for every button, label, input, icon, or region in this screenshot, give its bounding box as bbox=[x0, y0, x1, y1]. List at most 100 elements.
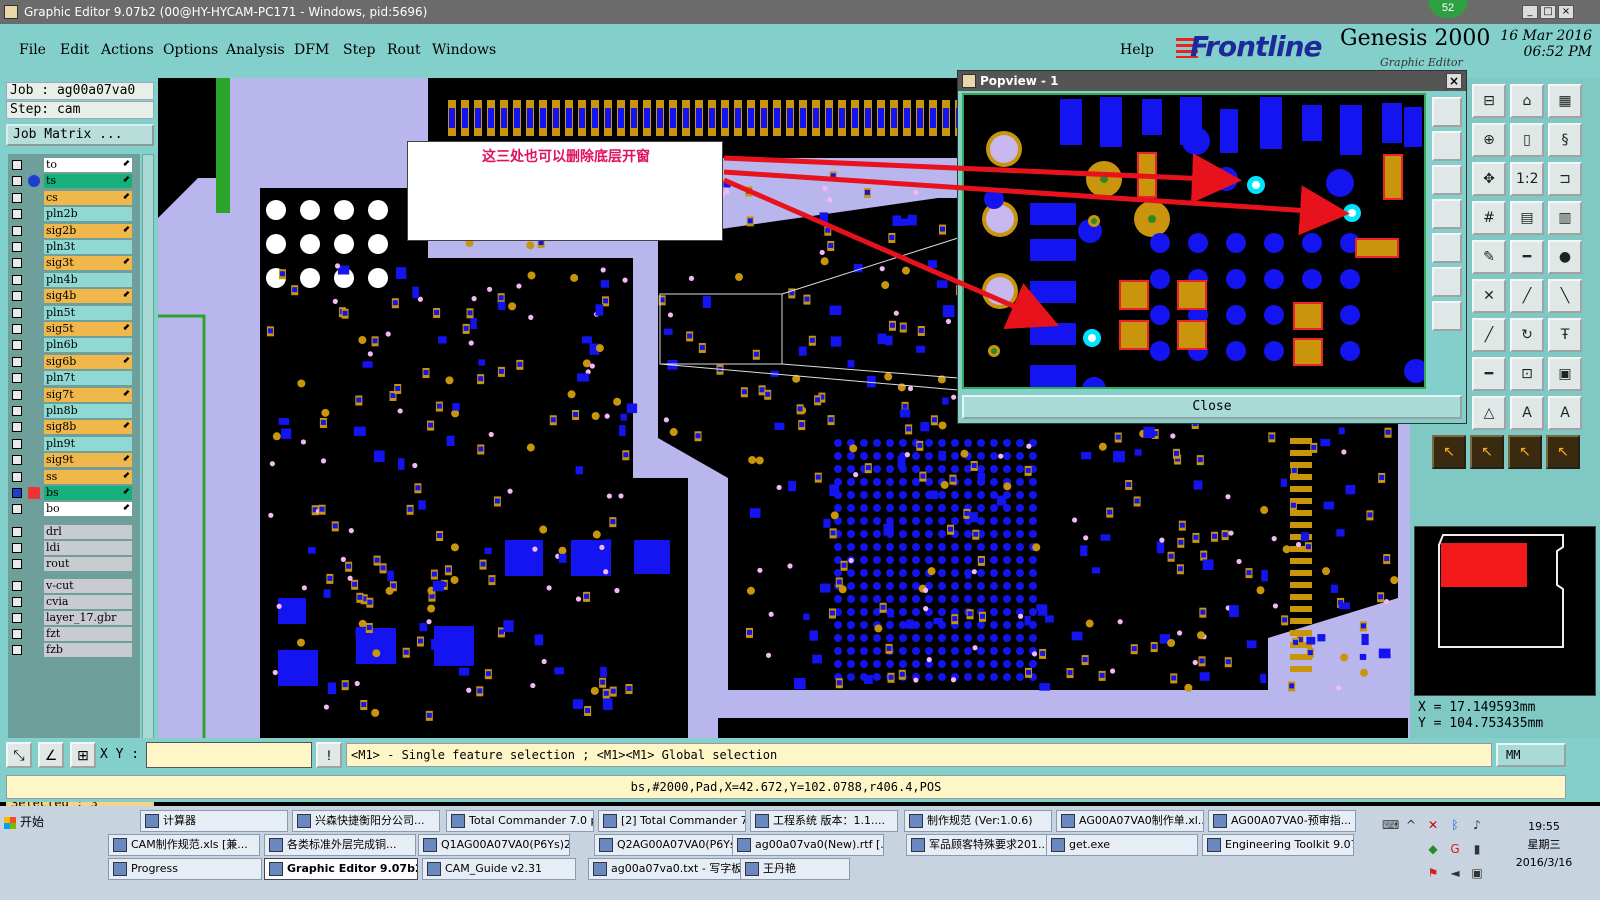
layer-name[interactable]: drl bbox=[44, 524, 132, 539]
taskbar-item[interactable]: ag00a07va0.txt - 写字板 bbox=[588, 858, 742, 880]
snap-icon[interactable]: ∠ bbox=[38, 742, 64, 768]
layer-name[interactable]: pln3t bbox=[44, 240, 132, 254]
text-icon[interactable]: Ŧ bbox=[1548, 318, 1582, 352]
home-icon[interactable]: ⌂ bbox=[1510, 84, 1544, 118]
zoom-in-icon[interactable] bbox=[1432, 97, 1462, 127]
monitor-icon[interactable]: ▣ bbox=[1470, 866, 1484, 880]
layer-name[interactable]: pln2b bbox=[44, 207, 132, 222]
pan-icon[interactable] bbox=[1432, 165, 1462, 195]
zoom-out-icon[interactable] bbox=[1432, 131, 1462, 161]
job-matrix-button[interactable]: Job Matrix ... bbox=[6, 124, 154, 146]
layer-name[interactable]: sig6b ⬋ bbox=[44, 354, 132, 369]
zoom-window-icon[interactable]: ⤡ bbox=[6, 742, 32, 768]
layer-row-sig5t[interactable]: sig5t ⬋ bbox=[8, 322, 140, 336]
layer-checkbox[interactable] bbox=[12, 209, 22, 220]
flag-icon[interactable]: ⚑ bbox=[1426, 866, 1440, 880]
layer-row-pln9t[interactable]: pln9t bbox=[8, 436, 140, 451]
layer-checkbox[interactable] bbox=[12, 324, 22, 334]
popview-close-icon[interactable]: × bbox=[1446, 73, 1462, 89]
layer-name[interactable]: v-cut bbox=[44, 578, 132, 593]
taskbar-item[interactable]: Graphic Editor 9.07b2 ... bbox=[264, 858, 418, 880]
menu-rout[interactable]: Rout bbox=[387, 42, 421, 58]
layer-checkbox[interactable] bbox=[12, 258, 22, 269]
menu-windows[interactable]: Windows bbox=[432, 42, 496, 58]
layer-checkbox[interactable] bbox=[12, 225, 22, 236]
layer-row-pln5t[interactable]: pln5t bbox=[8, 305, 140, 320]
layer-row-pln7t[interactable]: pln7t bbox=[8, 371, 140, 386]
layer-checkbox[interactable] bbox=[12, 389, 22, 400]
layer-checkbox[interactable] bbox=[12, 542, 22, 553]
layer-name[interactable]: rout bbox=[44, 556, 132, 571]
xy-input[interactable] bbox=[146, 742, 312, 768]
menu-edit[interactable]: Edit bbox=[60, 42, 89, 58]
taskbar-item[interactable]: 计算器 bbox=[140, 810, 288, 832]
layer-checkbox[interactable] bbox=[12, 596, 22, 607]
layer-checkbox[interactable] bbox=[12, 438, 22, 449]
center-icon[interactable] bbox=[1432, 301, 1462, 331]
network-icon[interactable]: ▮ bbox=[1470, 842, 1484, 856]
menu-file[interactable]: File bbox=[19, 42, 46, 58]
layer-row-fzt[interactable]: fzt bbox=[8, 626, 140, 641]
select3-icon[interactable]: ↖ bbox=[1508, 435, 1542, 469]
layer-row-pln2b[interactable]: pln2b bbox=[8, 207, 140, 222]
tray-expand-icon[interactable]: ^ bbox=[1404, 818, 1418, 832]
layer-name[interactable]: to ⬋ bbox=[44, 158, 132, 172]
taskbar-item[interactable]: Total Commander 7.0 p... bbox=[446, 810, 594, 832]
ruler-icon[interactable]: ━ bbox=[1510, 240, 1544, 274]
layer-row-sig4b[interactable]: sig4b ⬋ bbox=[8, 289, 140, 304]
menu-help[interactable]: Help bbox=[1120, 42, 1154, 58]
layer-row-bo[interactable]: bo ⬋ bbox=[8, 502, 140, 517]
grid-icon[interactable]: # bbox=[1472, 201, 1506, 235]
arc-a-icon[interactable]: A bbox=[1510, 396, 1544, 430]
fit-all-icon[interactable] bbox=[1432, 267, 1462, 297]
stack-icon[interactable]: ▤ bbox=[1510, 201, 1544, 235]
menu-actions[interactable]: Actions bbox=[101, 42, 154, 58]
edit-icon[interactable]: ✎ bbox=[1472, 240, 1506, 274]
taskbar-item[interactable]: 工程系统 版本：1.1.... bbox=[750, 810, 898, 832]
layer-row-sig2b[interactable]: sig2b ⬋ bbox=[8, 223, 140, 238]
layer-checkbox[interactable] bbox=[12, 455, 22, 466]
taskbar-item[interactable]: 王丹艳 bbox=[740, 858, 850, 880]
layer-checkbox[interactable] bbox=[12, 274, 22, 285]
layer-name[interactable]: layer_17.gbr bbox=[44, 610, 132, 625]
close-button[interactable]: × bbox=[1558, 5, 1574, 19]
minimize-button[interactable]: _ bbox=[1522, 5, 1538, 19]
maximize-button[interactable]: □ bbox=[1540, 5, 1556, 19]
x-icon[interactable]: ✕ bbox=[1426, 818, 1440, 832]
snap-icon[interactable]: ⊐ bbox=[1548, 162, 1582, 196]
layer-checkbox[interactable] bbox=[12, 612, 22, 623]
layer-checkbox[interactable] bbox=[12, 340, 22, 351]
layer-checkbox[interactable] bbox=[12, 471, 22, 482]
speaker-icon[interactable]: ♪ bbox=[1470, 818, 1484, 832]
stack2-icon[interactable]: ▥ bbox=[1548, 201, 1582, 235]
view-icon[interactable]: ▦ bbox=[1548, 84, 1582, 118]
layer-list-scrollbar[interactable] bbox=[142, 154, 154, 786]
next-icon[interactable] bbox=[1432, 233, 1462, 263]
layer-name[interactable]: sig7t ⬋ bbox=[44, 387, 132, 402]
features-icon[interactable]: ⊕ bbox=[1472, 123, 1506, 157]
layer-name[interactable]: sig3t ⬋ bbox=[44, 256, 132, 271]
layer-row-ldi[interactable]: ldi bbox=[8, 540, 140, 555]
select4-icon[interactable]: ↖ bbox=[1546, 435, 1580, 469]
layer-row-drl[interactable]: drl bbox=[8, 524, 140, 539]
circle-icon[interactable]: ● bbox=[1548, 240, 1582, 274]
layer-checkbox[interactable] bbox=[12, 504, 22, 515]
layer-name[interactable]: pln8b bbox=[44, 404, 132, 418]
layer-checkbox[interactable] bbox=[12, 176, 22, 187]
layer-row-pln4b[interactable]: pln4b bbox=[8, 272, 140, 287]
app-g-icon[interactable]: G bbox=[1448, 842, 1462, 856]
layers-icon[interactable]: ▣ bbox=[1548, 357, 1582, 391]
fit-icon[interactable] bbox=[1432, 199, 1462, 229]
layer-checkbox[interactable] bbox=[12, 422, 22, 433]
layer-row-v-cut[interactable]: v-cut bbox=[8, 578, 140, 593]
layer-row-pln6b[interactable]: pln6b bbox=[8, 338, 140, 353]
layer-name[interactable]: fzt bbox=[44, 626, 132, 641]
copy-icon[interactable]: ⊡ bbox=[1510, 357, 1544, 391]
taskbar-item[interactable]: AG00A07VA0制作单.xl... bbox=[1056, 810, 1204, 832]
layer-name[interactable]: pln7t bbox=[44, 371, 132, 386]
line-icon[interactable]: ╱ bbox=[1510, 279, 1544, 313]
popview-drawing[interactable] bbox=[964, 95, 1424, 387]
overview-map[interactable] bbox=[1414, 526, 1596, 696]
popview-canvas[interactable] bbox=[962, 93, 1426, 389]
layer-display-icon[interactable]: ⊟ bbox=[1472, 84, 1506, 118]
